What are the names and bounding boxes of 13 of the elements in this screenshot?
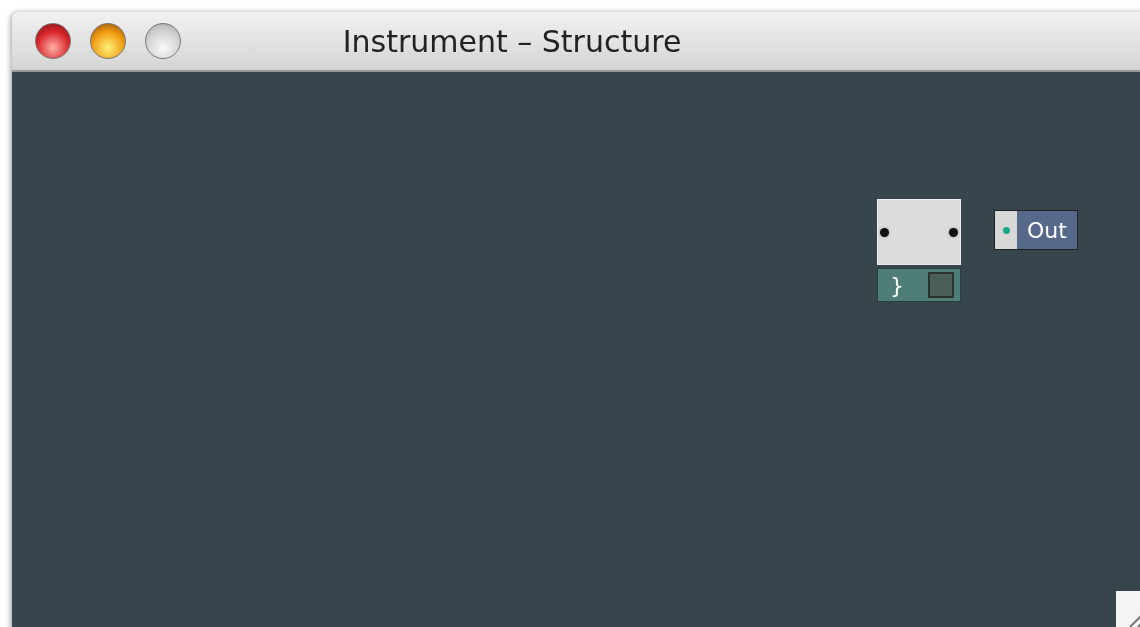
output-port-icon[interactable] [949, 228, 958, 237]
minimize-button[interactable] [90, 23, 126, 59]
module-footer[interactable]: } [877, 268, 961, 302]
module-body[interactable] [877, 199, 961, 265]
window-title: Instrument – Structure [342, 23, 683, 59]
input-port-icon[interactable] [1002, 226, 1010, 234]
toggle-square[interactable] [928, 272, 954, 298]
input-port-icon[interactable] [880, 228, 889, 237]
close-button[interactable] [35, 23, 71, 59]
module-label: } [890, 272, 904, 298]
output-label: Out [1027, 217, 1067, 243]
zoom-button[interactable] [145, 23, 181, 59]
output-module[interactable]: Out [994, 210, 1078, 250]
